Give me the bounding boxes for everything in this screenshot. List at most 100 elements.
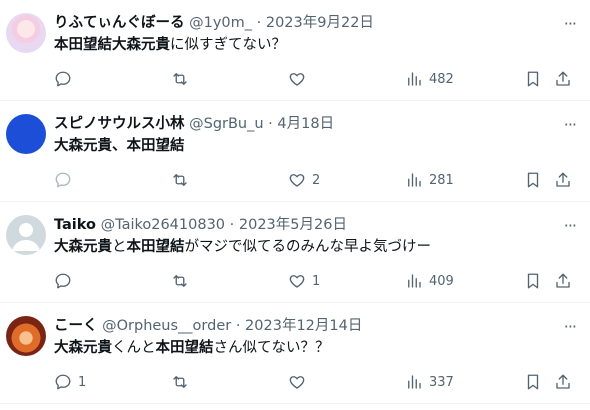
bookmark-button[interactable] [524,68,542,90]
avatar[interactable] [6,316,46,356]
retweet-icon [173,275,187,287]
share-button[interactable] [554,371,572,393]
reply-button[interactable] [54,68,78,90]
tweet-actions: 2 281 [0,169,590,191]
tweet-text-bold: 大森元貴、本田望結 [54,138,185,154]
share-button[interactable] [554,270,572,292]
tweet-header: りふてぃんぐぼーる @1y0m_ · 2023年9月22日 [54,13,374,33]
tweet-actions: 482 [0,68,590,90]
tweet-text-plain: さん似てない？？ [213,340,330,356]
share-icon [556,374,570,389]
retweet-button[interactable] [171,68,189,90]
separator: · [231,318,246,334]
retweet-button[interactable] [171,270,189,292]
tweet-actions: 1 337 [0,371,590,393]
views-icon [408,72,421,86]
tweet-header: スピノサウルス小林 @SgrBu_u · 4月18日 [54,114,334,134]
bookmark-button[interactable] [524,371,542,393]
bookmark-icon [527,374,539,390]
views-count: 482 [429,71,454,87]
views-count: 281 [429,172,454,188]
reply-icon [55,71,71,87]
handle[interactable]: @1y0m_ [189,15,252,31]
handle[interactable]: @Taiko26410830 [101,217,225,233]
share-icon [556,71,570,86]
like-count: 1 [312,273,321,289]
separator: · [225,217,239,233]
avatar[interactable] [6,215,46,255]
reply-button[interactable] [54,270,78,292]
timestamp[interactable]: 2023年5月26日 [239,217,347,233]
views-count: 409 [429,273,454,289]
timestamp[interactable]: 2023年12月14日 [245,318,362,334]
views-icon [408,274,421,288]
separator: · [252,15,266,31]
views-button[interactable]: 482 [405,68,454,90]
like-button[interactable]: 1 [288,270,320,292]
tweet-actions: 1 409 [0,270,590,292]
display-name[interactable]: Taiko [54,217,96,233]
retweet-button[interactable] [171,169,189,191]
tweet-text-bold: 大森元貴 [54,340,112,356]
more-options-icon[interactable]: ··· [564,216,577,235]
bookmark-icon [527,71,539,87]
more-options-icon[interactable]: ··· [564,115,577,134]
avatar[interactable] [6,114,46,154]
share-icon [556,172,570,187]
views-button[interactable]: 337 [405,371,454,393]
heart-icon [289,376,305,389]
retweet-icon [173,73,187,85]
tweet-text: 大森元貴と本田望結がマジで似てるのみんな早よ気づけー [54,237,431,257]
reply-icon [55,374,71,390]
tweet-header: Taiko @Taiko26410830 · 2023年5月26日 [54,215,347,235]
views-button[interactable]: 281 [405,169,454,191]
share-button[interactable] [554,68,572,90]
tweet-header: こーく @Orpheus__order · 2023年12月14日 [54,316,362,336]
like-button[interactable] [288,68,312,90]
reply-button[interactable] [54,169,78,191]
heart-icon [289,174,305,187]
reply-icon [55,273,71,289]
heart-icon [289,275,305,288]
more-options-icon[interactable]: ··· [564,317,577,336]
more-options-icon[interactable]: ··· [564,14,577,33]
avatar[interactable] [6,13,46,53]
separator: · [263,116,278,132]
like-button[interactable] [288,371,312,393]
tweet-text-plain: くんと [112,340,156,356]
timestamp[interactable]: 2023年9月22日 [266,15,374,31]
tweet-text-plain: と [112,239,127,255]
retweet-icon [173,174,187,186]
reply-button[interactable]: 1 [54,371,86,393]
heart-icon [289,73,305,86]
tweet-text: 大森元貴くんと本田望結さん似てない？？ [54,338,330,358]
reply-count: 1 [78,374,87,390]
like-button[interactable]: 2 [288,169,320,191]
tweet[interactable]: りふてぃんぐぼーる @1y0m_ · 2023年9月22日 ··· 本田望結大森… [0,0,590,101]
tweet-text-plain: がマジで似てるのみんな早よ気づけー [184,239,432,255]
display-name[interactable]: スピノサウルス小林 [54,116,185,132]
bookmark-icon [527,172,539,188]
timestamp[interactable]: 4月18日 [277,116,334,132]
tweet-text-bold: 本田望結大森元貴 [54,37,170,53]
display-name[interactable]: りふてぃんぐぼーる [54,15,185,31]
handle[interactable]: @SgrBu_u [189,116,263,132]
retweet-button[interactable] [171,371,189,393]
tweet-text-bold: 本田望結 [155,340,214,356]
views-icon [408,375,421,389]
tweet-text-bold: 大森元貴 [54,239,112,255]
share-button[interactable] [554,169,572,191]
bookmark-button[interactable] [524,169,542,191]
tweet-text: 大森元貴、本田望結 [54,136,185,156]
tweet-text-bold: 本田望結 [126,239,185,255]
views-button[interactable]: 409 [405,270,454,292]
tweet[interactable]: こーく @Orpheus__order · 2023年12月14日 ··· 大森… [0,303,590,404]
handle[interactable]: @Orpheus__order [102,318,231,334]
bookmark-button[interactable] [524,270,542,292]
tweet[interactable]: Taiko @Taiko26410830 · 2023年5月26日 ··· 大森… [0,202,590,303]
display-name[interactable]: こーく [54,318,98,334]
views-count: 337 [429,374,454,390]
tweet-text-plain: に似すぎてない？ [170,37,286,53]
tweet[interactable]: スピノサウルス小林 @SgrBu_u · 4月18日 ··· 大森元貴、本田望結… [0,101,590,202]
tweet-text: 本田望結大森元貴に似すぎてない？ [54,35,286,55]
